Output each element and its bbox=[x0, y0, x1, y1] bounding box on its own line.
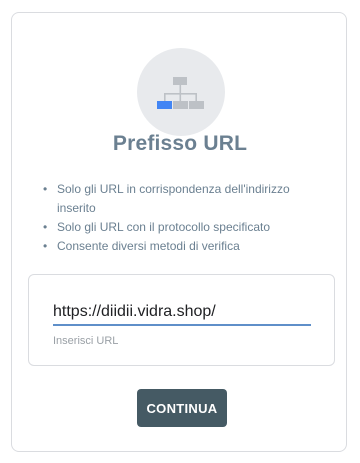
feature-item: • Consente diversi metodi di verifica bbox=[40, 237, 330, 256]
property-type-card: Prefisso URL • Solo gli URL in corrispon… bbox=[11, 12, 347, 452]
sitemap-icon bbox=[137, 48, 225, 136]
feature-item: • Solo gli URL in corrispondenza dell'in… bbox=[40, 180, 330, 218]
url-input[interactable] bbox=[53, 300, 311, 326]
continue-button[interactable]: CONTINUA bbox=[137, 389, 227, 427]
feature-text: Solo gli URL in corrispondenza dell'indi… bbox=[57, 182, 290, 215]
feature-text: Solo gli URL con il protocollo specifica… bbox=[57, 220, 270, 234]
card-title: Prefisso URL bbox=[112, 132, 248, 155]
feature-item: • Solo gli URL con il protocollo specifi… bbox=[40, 218, 330, 237]
url-input-helper: Inserisci URL bbox=[53, 335, 119, 347]
bullet-glyph: • bbox=[43, 182, 48, 196]
bullet-glyph: • bbox=[43, 239, 48, 253]
feature-list: • Solo gli URL in corrispondenza dell'in… bbox=[40, 180, 330, 256]
url-input-container: Inserisci URL bbox=[28, 274, 335, 366]
feature-text: Consente diversi metodi di verifica bbox=[57, 239, 240, 253]
bullet-glyph: • bbox=[43, 220, 48, 234]
